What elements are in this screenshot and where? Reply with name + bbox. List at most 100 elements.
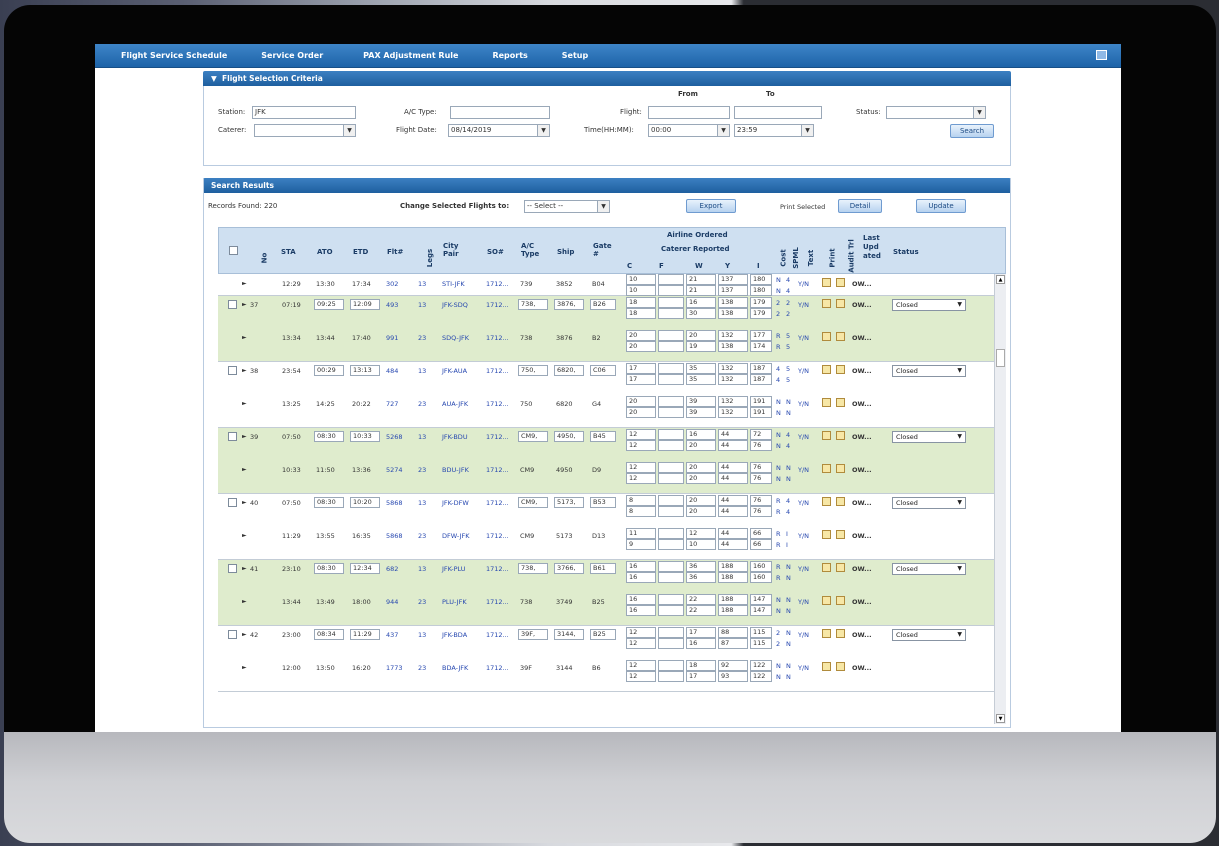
print-icon[interactable] [822,662,831,671]
service-order-link[interactable]: 1712... [486,664,509,672]
cell-ac[interactable]: CM9, [518,431,548,442]
legs-link[interactable]: 13 [418,565,426,573]
qty-input[interactable]: 188 [718,561,748,572]
qty-input[interactable] [658,539,684,550]
expand-icon[interactable]: ► [242,367,247,374]
spml-flag[interactable]: N [786,662,791,670]
print-icon[interactable] [822,365,831,374]
spml-flag[interactable]: N [786,563,791,571]
qty-input[interactable]: 20 [686,495,716,506]
spml-flag[interactable]: I [786,541,788,549]
qty-input[interactable]: 20 [686,462,716,473]
qty-input[interactable]: 18 [626,308,656,319]
qty-input[interactable] [658,330,684,341]
cell-ac[interactable]: CM9, [518,497,548,508]
qty-input[interactable]: 35 [686,374,716,385]
spml-flag[interactable]: 2 [786,310,790,318]
qty-input[interactable]: 160 [750,572,772,583]
menu-setup[interactable]: Setup [562,51,588,60]
export-button[interactable]: Export [686,199,736,213]
text-yn[interactable]: Y/N [798,532,809,540]
audit-trail-icon[interactable] [836,530,845,539]
city-pair-link[interactable]: JFK-DFW [442,499,469,507]
qty-input[interactable]: 188 [718,572,748,583]
city-pair-link[interactable]: JFK-PLU [442,565,466,573]
cost-flag[interactable]: 2 [776,310,780,318]
qty-input[interactable]: 44 [718,440,748,451]
audit-trail-icon[interactable] [836,662,845,671]
qty-input[interactable] [658,407,684,418]
legs-link[interactable]: 13 [418,280,426,288]
qty-input[interactable]: 10 [626,285,656,296]
qty-input[interactable]: 36 [686,561,716,572]
city-pair-link[interactable]: JFK-SDQ [442,301,468,309]
spml-flag[interactable]: N [786,574,791,582]
qty-input[interactable]: 44 [718,539,748,550]
qty-input[interactable]: 17 [626,374,656,385]
cell-ato[interactable]: 08:34 [314,629,344,640]
cell-gate[interactable]: B61 [590,563,616,574]
text-yn[interactable]: Y/N [798,400,809,408]
row-checkbox[interactable] [228,300,237,309]
qty-input[interactable]: 17 [686,671,716,682]
expand-icon[interactable]: ► [242,301,247,308]
city-pair-link[interactable]: DFW-JFK [442,532,470,540]
cell-gate[interactable]: B45 [590,431,616,442]
menu-flight-service-schedule[interactable]: Flight Service Schedule [121,51,227,60]
qty-input[interactable]: 22 [686,594,716,605]
qty-input[interactable]: 160 [750,561,772,572]
flight-number-link[interactable]: 1773 [386,664,403,672]
qty-input[interactable]: 12 [626,440,656,451]
flight-number-link[interactable]: 437 [386,631,398,639]
cell-gate[interactable]: C06 [590,365,616,376]
city-pair-link[interactable]: BDA-JFK [442,664,468,672]
print-icon[interactable] [822,332,831,341]
cell-ship[interactable]: 3766, [554,563,584,574]
service-order-link[interactable]: 1712... [486,532,509,540]
cell-ship[interactable]: 5173, [554,497,584,508]
print-icon[interactable] [822,563,831,572]
qty-input[interactable]: 11 [626,528,656,539]
qty-input[interactable]: 92 [718,660,748,671]
qty-input[interactable]: 12 [626,660,656,671]
qty-input[interactable]: 132 [718,407,748,418]
qty-input[interactable]: 44 [718,473,748,484]
flight-date-select[interactable]: 08/14/2019 ▼ [448,124,550,137]
qty-input[interactable]: 87 [718,638,748,649]
cell-etd[interactable]: 11:29 [350,629,380,640]
qty-input[interactable]: 20 [686,330,716,341]
qty-input[interactable] [658,341,684,352]
qty-input[interactable]: 132 [718,396,748,407]
station-input[interactable]: JFK [252,106,356,119]
text-yn[interactable]: Y/N [798,280,809,288]
cell-ato[interactable]: 08:30 [314,431,344,442]
expand-icon[interactable]: ► [242,631,247,638]
qty-input[interactable]: 66 [750,528,772,539]
scroll-down-icon[interactable]: ▼ [996,714,1005,723]
qty-input[interactable]: 22 [686,605,716,616]
qty-input[interactable]: 16 [626,594,656,605]
flight-number-link[interactable]: 5268 [386,433,403,441]
spml-flag[interactable]: 5 [786,376,790,384]
cell-etd[interactable]: 10:20 [350,497,380,508]
service-order-link[interactable]: 1712... [486,280,509,288]
print-icon[interactable] [822,596,831,605]
audit-trail-icon[interactable] [836,431,845,440]
status-select[interactable]: Closed ▼ [892,299,966,311]
city-pair-link[interactable]: JFK-BDA [442,631,467,639]
cost-flag[interactable]: R [776,497,781,505]
qty-input[interactable]: 122 [750,671,772,682]
qty-input[interactable]: 66 [750,539,772,550]
text-yn[interactable]: Y/N [798,565,809,573]
cell-etd[interactable]: 10:33 [350,431,380,442]
expand-icon[interactable]: ► [242,565,247,572]
scroll-thumb[interactable] [996,349,1005,367]
cost-flag[interactable]: N [776,596,781,604]
qty-input[interactable]: 132 [718,374,748,385]
qty-input[interactable]: 16 [626,605,656,616]
qty-input[interactable]: 44 [718,506,748,517]
qty-input[interactable] [658,506,684,517]
spml-flag[interactable]: N [786,596,791,604]
qty-input[interactable]: 115 [750,638,772,649]
qty-input[interactable] [658,374,684,385]
